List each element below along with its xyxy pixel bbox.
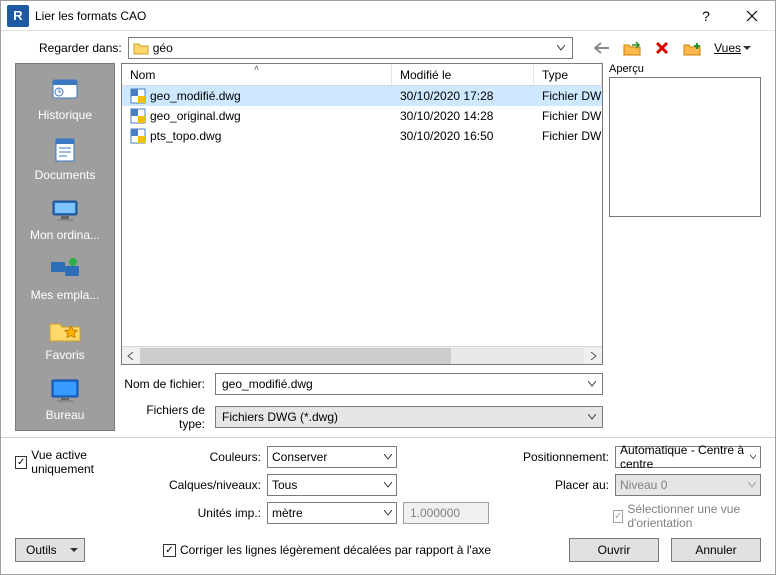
look-in-toolbar: Vues xyxy=(590,37,761,59)
up-folder-button[interactable] xyxy=(620,37,644,59)
file-name: geo_modifié.dwg xyxy=(150,89,241,103)
filter-combo[interactable]: Fichiers DWG (*.dwg) xyxy=(215,406,603,428)
scroll-left-icon[interactable] xyxy=(122,347,140,365)
place-favorites[interactable]: Favoris xyxy=(16,310,114,370)
preview-panel: Aperçu xyxy=(609,63,761,431)
favorites-icon xyxy=(47,316,83,344)
new-folder-button[interactable] xyxy=(680,37,704,59)
positioning-combo[interactable]: Automatique - Centre à centre xyxy=(615,446,761,468)
file-name: geo_original.dwg xyxy=(150,109,241,123)
file-row[interactable]: geo_modifié.dwg 30/10/2020 17:28Fichier D… xyxy=(122,86,602,106)
titlebar: R Lier les formats CAO ? xyxy=(1,1,775,31)
colors-label: Couleurs: xyxy=(165,450,261,464)
file-type: Fichier DW xyxy=(534,109,602,123)
active-view-only-checkbox[interactable]: ✓ Vue active uniquement xyxy=(15,448,145,476)
column-modified[interactable]: Modifié le xyxy=(392,64,534,85)
filename-label: Nom de fichier: xyxy=(121,377,209,391)
file-rows: geo_modifié.dwg30/10/2020 17:28Fichier D… xyxy=(122,86,602,346)
chevron-down-icon xyxy=(588,414,596,420)
layers-combo[interactable]: Tous xyxy=(267,474,397,496)
chevron-down-icon xyxy=(384,454,392,460)
file-row[interactable]: geo_original.dwg 30/10/2020 14:28Fichier … xyxy=(122,106,602,126)
look-in-value: géo xyxy=(153,41,554,55)
back-button[interactable] xyxy=(590,37,614,59)
chevron-down-icon xyxy=(554,45,568,51)
checkbox-checked-icon: ✓ xyxy=(613,510,623,523)
placeat-label: Placer au: xyxy=(509,478,609,492)
filter-label: Fichiers de type: xyxy=(121,403,209,431)
scroll-track[interactable] xyxy=(140,348,584,364)
place-documents[interactable]: Documents xyxy=(16,130,114,190)
computer-icon xyxy=(47,196,83,224)
file-list-header: Nom ˄ Modifié le Type xyxy=(122,64,602,86)
places-bar: Historique Documents Mon ordina... Mes e… xyxy=(15,63,115,431)
views-dropdown[interactable]: Vues xyxy=(710,41,755,55)
filename-input[interactable]: geo_modifié.dwg xyxy=(215,373,603,395)
place-network[interactable]: Mes empla... xyxy=(16,250,114,310)
scroll-right-icon[interactable] xyxy=(584,347,602,365)
file-modified: 30/10/2020 16:50 xyxy=(392,129,534,143)
history-icon xyxy=(47,76,83,104)
scroll-thumb[interactable] xyxy=(140,348,451,364)
close-button[interactable] xyxy=(729,1,775,31)
look-in-combo[interactable]: géo xyxy=(128,37,573,59)
chevron-down-icon xyxy=(588,381,596,387)
file-modified: 30/10/2020 14:28 xyxy=(392,109,534,123)
chevron-down-icon xyxy=(384,482,392,488)
file-type: Fichier DW xyxy=(534,89,602,103)
colors-combo[interactable]: Conserver xyxy=(267,446,397,468)
chevron-down-icon xyxy=(384,510,392,516)
placeat-combo: Niveau 0 xyxy=(615,474,761,496)
units-label: Unités imp.: xyxy=(165,506,261,520)
horizontal-scrollbar[interactable] xyxy=(122,346,602,364)
open-button[interactable]: Ouvrir xyxy=(569,538,659,562)
preview-label: Aperçu xyxy=(609,63,761,75)
file-name: pts_topo.dwg xyxy=(150,129,221,143)
chevron-down-icon xyxy=(748,482,756,488)
file-list[interactable]: Nom ˄ Modifié le Type geo_modifié.dwg 30/… xyxy=(121,63,603,365)
folder-icon xyxy=(133,41,149,55)
preview-box xyxy=(609,77,761,217)
sort-caret-icon: ˄ xyxy=(254,63,259,73)
options-panel: ✓ Vue active uniquement Couleurs: Conser… xyxy=(1,437,775,574)
window-title: Lier les formats CAO xyxy=(35,9,683,23)
look-in-label: Regarder dans: xyxy=(39,41,122,55)
tools-button[interactable]: Outils xyxy=(15,538,85,562)
app-icon: R xyxy=(7,5,29,27)
delete-button[interactable] xyxy=(650,37,674,59)
checkbox-checked-icon: ✓ xyxy=(15,456,27,469)
chevron-down-icon xyxy=(70,547,78,553)
desktop-icon xyxy=(47,376,83,404)
chevron-down-icon xyxy=(750,454,756,460)
filename-row: Nom de fichier: geo_modifié.dwg xyxy=(121,373,603,395)
file-row[interactable]: pts_topo.dwg 30/10/2020 16:50Fichier DW xyxy=(122,126,602,146)
file-type: Fichier DW xyxy=(534,129,602,143)
column-name[interactable]: Nom ˄ xyxy=(122,64,392,85)
place-desktop[interactable]: Bureau xyxy=(16,370,114,430)
documents-icon xyxy=(47,136,83,164)
place-history[interactable]: Historique xyxy=(16,70,114,130)
center-panel: Nom ˄ Modifié le Type geo_modifié.dwg 30/… xyxy=(121,63,603,431)
layers-label: Calques/niveaux: xyxy=(165,478,261,492)
units-factor-readonly: 1.000000 xyxy=(403,502,489,524)
units-combo[interactable]: mètre xyxy=(267,502,397,524)
network-icon xyxy=(47,256,83,284)
dialog-body: Historique Documents Mon ordina... Mes e… xyxy=(1,63,775,437)
column-type[interactable]: Type xyxy=(534,64,602,85)
checkbox-checked-icon: ✓ xyxy=(163,544,176,557)
filter-row: Fichiers de type: Fichiers DWG (*.dwg) xyxy=(121,403,603,431)
positioning-label: Positionnement: xyxy=(509,450,609,464)
cancel-button[interactable]: Annuler xyxy=(671,538,761,562)
look-in-row: Regarder dans: géo Vues xyxy=(1,31,775,63)
place-computer[interactable]: Mon ordina... xyxy=(16,190,114,250)
file-modified: 30/10/2020 17:28 xyxy=(392,89,534,103)
help-button[interactable]: ? xyxy=(683,1,729,31)
correct-lines-checkbox[interactable]: ✓ Corriger les lignes légèrement décalée… xyxy=(163,543,491,557)
orient-view-checkbox: ✓ Sélectionner une vue d'orientation xyxy=(613,502,761,530)
chevron-down-icon xyxy=(743,45,751,51)
dialog-window: R Lier les formats CAO ? Regarder dans: … xyxy=(0,0,776,575)
